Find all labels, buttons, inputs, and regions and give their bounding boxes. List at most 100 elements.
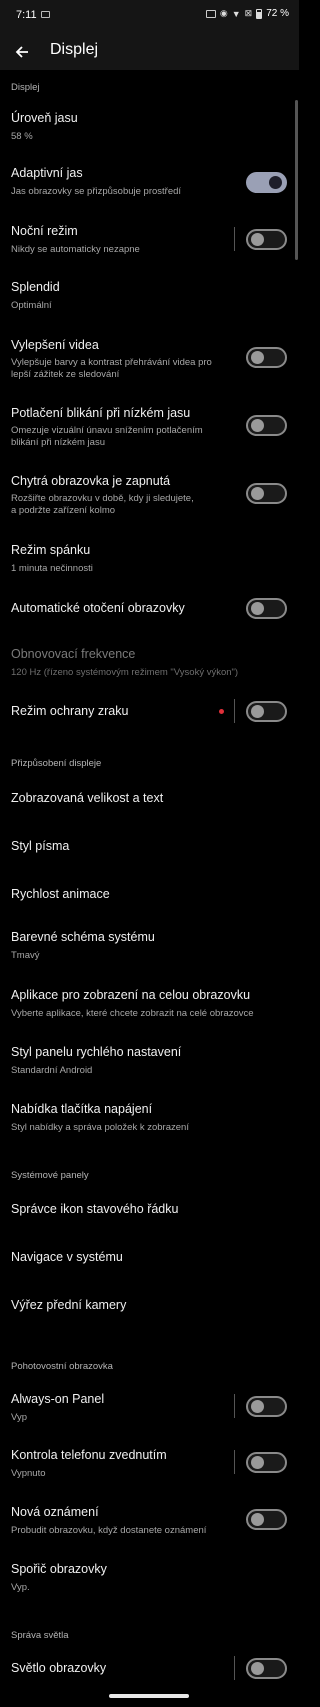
lift-to-check-toggle[interactable] bbox=[246, 1452, 287, 1473]
battery-percent: 72 % bbox=[266, 8, 289, 19]
setting-animation-speed[interactable]: Rychlost animace bbox=[0, 877, 299, 913]
flicker-reduction-toggle[interactable] bbox=[246, 415, 287, 436]
setting-title: Noční režim bbox=[11, 224, 78, 238]
setting-screensaver[interactable]: Spořič obrazovky Vyp. bbox=[0, 1554, 299, 1598]
setting-title: Zobrazovaná velikost a text bbox=[11, 791, 164, 805]
divider bbox=[234, 1450, 235, 1474]
eye-comfort-icon: ◉ bbox=[219, 8, 228, 18]
video-enhancement-toggle[interactable] bbox=[246, 347, 287, 368]
battery-icon bbox=[256, 8, 263, 19]
message-icon bbox=[41, 11, 50, 18]
setting-title: Barevné schéma systému bbox=[11, 930, 155, 944]
setting-title: Splendid bbox=[11, 280, 60, 294]
setting-title: Vylepšení videa bbox=[11, 338, 99, 352]
night-mode-toggle[interactable] bbox=[246, 229, 287, 250]
new-notifications-toggle[interactable] bbox=[246, 1509, 287, 1530]
setting-subtitle: 58 % bbox=[11, 131, 33, 142]
app-bar: Displej bbox=[0, 34, 299, 70]
section-header-light-management: Správa světla bbox=[11, 1630, 69, 1641]
back-arrow-icon[interactable] bbox=[8, 38, 36, 66]
setting-title: Adaptivní jas bbox=[11, 166, 83, 180]
setting-lift-to-check[interactable]: Kontrola telefonu zvednutím Vypnuto bbox=[0, 1440, 299, 1484]
setting-title: Styl panelu rychlého nastavení bbox=[11, 1045, 182, 1059]
setting-camera-cutout[interactable]: Výřez přední kamery bbox=[0, 1288, 299, 1324]
section-header-displej: Displej bbox=[11, 82, 40, 93]
setting-splendid[interactable]: Splendid Optimální bbox=[0, 272, 299, 316]
setting-subtitle-line1: Vylepšuje barvy a kontrast přehrávání vi… bbox=[11, 357, 212, 368]
setting-title: Rychlost animace bbox=[11, 887, 110, 901]
divider bbox=[234, 699, 235, 723]
setting-title: Nabídka tlačítka napájení bbox=[11, 1102, 153, 1116]
setting-title: Výřez přední kamery bbox=[11, 1298, 127, 1312]
setting-smart-screen[interactable]: Chytrá obrazovka je zapnutá Rozšiřte obr… bbox=[0, 466, 299, 522]
setting-subtitle: Probudit obrazovku, když dostanete oznám… bbox=[11, 1525, 207, 1536]
always-on-panel-toggle[interactable] bbox=[246, 1396, 287, 1417]
setting-eye-care[interactable]: Režim ochrany zraku bbox=[0, 695, 299, 727]
setting-auto-rotate[interactable]: Automatické otočení obrazovky bbox=[0, 592, 299, 624]
setting-title: Světlo obrazovky bbox=[11, 1661, 107, 1675]
setting-title: Režim ochrany zraku bbox=[11, 704, 129, 718]
setting-subtitle: Tmavý bbox=[11, 950, 40, 961]
smart-screen-toggle[interactable] bbox=[246, 483, 287, 504]
setting-screen-light[interactable]: Světlo obrazovky bbox=[0, 1652, 299, 1684]
setting-video-enhancement[interactable]: Vylepšení videa Vylepšuje barvy a kontra… bbox=[0, 330, 299, 386]
setting-fullscreen-apps[interactable]: Aplikace pro zobrazení na celou obrazovk… bbox=[0, 980, 299, 1024]
setting-title: Aplikace pro zobrazení na celou obrazovk… bbox=[11, 988, 251, 1002]
status-bar: 7:11 ◉ ▼ ⊠ 72 % bbox=[0, 0, 299, 34]
setting-subtitle: Vyp. bbox=[11, 1582, 30, 1593]
setting-color-scheme[interactable]: Barevné schéma systému Tmavý bbox=[0, 922, 299, 966]
setting-title: Styl písma bbox=[11, 839, 70, 853]
status-time: 7:11 bbox=[16, 9, 37, 21]
page-title: Displej bbox=[50, 41, 99, 58]
setting-title: Spořič obrazovky bbox=[11, 1562, 107, 1576]
setting-flicker-reduction[interactable]: Potlačení blikání při nízkém jasu Omezuj… bbox=[0, 398, 299, 454]
setting-quick-settings-style[interactable]: Styl panelu rychlého nastavení Standardn… bbox=[0, 1037, 299, 1081]
setting-night-mode[interactable]: Noční režim Nikdy se automaticky nezapne bbox=[0, 216, 299, 260]
divider bbox=[234, 227, 235, 251]
network-icon: ⊠ bbox=[244, 8, 253, 18]
setting-subtitle-line1: Omezuje vizuální únavu snížením potlačen… bbox=[11, 425, 203, 436]
setting-sleep[interactable]: Režim spánku 1 minuta nečinnosti bbox=[0, 535, 299, 579]
setting-system-navigation[interactable]: Navigace v systému bbox=[0, 1240, 299, 1276]
setting-always-on-panel[interactable]: Always-on Panel Vyp bbox=[0, 1384, 299, 1428]
setting-subtitle-line2: lepší zážitek ze sledování bbox=[11, 369, 120, 380]
setting-power-menu[interactable]: Nabídka tlačítka napájení Styl nabídky a… bbox=[0, 1094, 299, 1138]
setting-title: Chytrá obrazovka je zapnutá bbox=[11, 474, 171, 488]
setting-subtitle: Standardní Android bbox=[11, 1065, 93, 1076]
setting-subtitle-line2: blikání při nízkém jasu bbox=[11, 437, 105, 448]
divider bbox=[234, 1656, 235, 1680]
setting-adaptive-brightness[interactable]: Adaptivní jas Jas obrazovky se přizpůsob… bbox=[0, 158, 299, 202]
divider bbox=[234, 1394, 235, 1418]
setting-title: Úroveň jasu bbox=[11, 111, 78, 125]
setting-title: Obnovovací frekvence bbox=[11, 647, 136, 661]
setting-subtitle: Jas obrazovky se přizpůsobuje prostředí bbox=[11, 186, 182, 197]
cast-icon bbox=[205, 9, 216, 18]
signal-icon: ▼ bbox=[231, 8, 241, 19]
gesture-nav-handle[interactable] bbox=[109, 1694, 189, 1698]
setting-title: Navigace v systému bbox=[11, 1250, 123, 1264]
setting-subtitle: Optimální bbox=[11, 300, 52, 311]
section-header-customization: Přizpůsobení displeje bbox=[11, 758, 102, 769]
setting-font-style[interactable]: Styl písma bbox=[0, 829, 299, 865]
status-icons: ◉ ▼ ⊠ 72 % bbox=[205, 8, 289, 19]
setting-title: Správce ikon stavového řádku bbox=[11, 1202, 179, 1216]
new-badge-dot bbox=[219, 709, 224, 714]
setting-title: Always-on Panel bbox=[11, 1392, 105, 1406]
eye-care-toggle[interactable] bbox=[246, 701, 287, 722]
setting-title: Automatické otočení obrazovky bbox=[11, 601, 185, 615]
setting-subtitle: 1 minuta nečinnosti bbox=[11, 563, 93, 574]
setting-title: Potlačení blikání při nízkém jasu bbox=[11, 406, 191, 420]
setting-subtitle: 120 Hz (řízeno systémovým režimem "Vysok… bbox=[11, 667, 239, 678]
setting-display-size[interactable]: Zobrazovaná velikost a text bbox=[0, 781, 299, 817]
adaptive-brightness-toggle[interactable] bbox=[246, 172, 287, 193]
setting-status-bar-icons[interactable]: Správce ikon stavového řádku bbox=[0, 1192, 299, 1228]
auto-rotate-toggle[interactable] bbox=[246, 598, 287, 619]
setting-subtitle-line1: Rozšiřte obrazovku v době, kdy ji sleduj… bbox=[11, 493, 194, 504]
setting-subtitle: Vypnuto bbox=[11, 1468, 46, 1479]
section-header-system-panels: Systémové panely bbox=[11, 1170, 89, 1181]
screen-light-toggle[interactable] bbox=[246, 1658, 287, 1679]
setting-new-notifications[interactable]: Nová oznámení Probudit obrazovku, když d… bbox=[0, 1497, 299, 1541]
setting-title: Režim spánku bbox=[11, 543, 91, 557]
setting-brightness[interactable]: Úroveň jasu 58 % bbox=[0, 103, 299, 147]
setting-subtitle: Vyberte aplikace, které chcete zobrazit … bbox=[11, 1008, 254, 1019]
